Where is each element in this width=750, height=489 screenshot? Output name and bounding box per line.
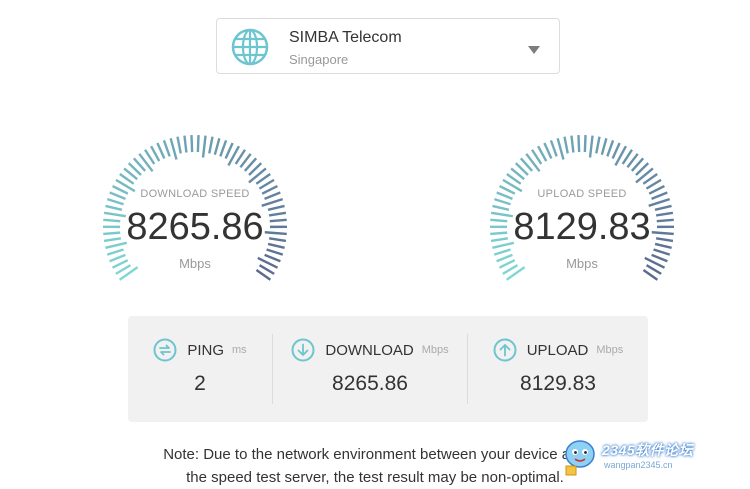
upload-speed-label: UPLOAD SPEED [477, 188, 687, 200]
gauge-tick [494, 249, 510, 254]
gauge-tick [226, 143, 233, 159]
gauge-tick [191, 135, 192, 152]
ping-icon [153, 338, 177, 362]
upload-stat: UPLOAD Mbps 8129.83 [468, 316, 648, 422]
gauge-tick [157, 143, 164, 159]
gauge-tick [596, 137, 599, 154]
mascot-logo-icon [560, 436, 602, 478]
download-stat: DOWNLOAD Mbps 8265.86 [273, 316, 467, 422]
gauge-tick [171, 138, 177, 159]
download-speed-label: DOWNLOAD SPEED [90, 188, 300, 200]
gauge-tick [613, 143, 620, 159]
upload-speed-unit: Mbps [477, 256, 687, 271]
gauge-tick [602, 138, 607, 154]
server-name: SIMBA Telecom [289, 29, 402, 47]
gauge-tick [262, 199, 283, 206]
gauge-tick [585, 135, 586, 152]
gauge-tick [571, 136, 573, 153]
gauge-tick [578, 135, 579, 152]
gauge-tick [558, 138, 564, 159]
gauge-tick [184, 136, 186, 153]
watermark-text: 2345软件论坛 [602, 440, 693, 460]
download-title: DOWNLOAD [325, 342, 413, 359]
watermark-url: wangpan2345.cn [604, 460, 673, 470]
globe-icon [231, 28, 269, 66]
gauge-tick [215, 138, 220, 154]
gauge-tick [209, 137, 212, 154]
gauge-tick [607, 140, 613, 156]
gauge-tick [107, 249, 123, 254]
watermark: 2345软件论坛 wangpan2345.cn [560, 436, 746, 478]
gauge-tick [544, 143, 551, 159]
upload-speed-gauge: UPLOAD SPEED 8129.83 Mbps [477, 132, 687, 292]
gauge-tick [198, 135, 199, 152]
ping-value: 2 [128, 372, 272, 396]
ping-stat: PING ms 2 [128, 316, 272, 422]
upload-value: 8129.83 [468, 372, 648, 396]
gauge-tick [164, 140, 170, 156]
gauge-tick [249, 168, 266, 182]
gauge-tick [220, 140, 226, 156]
ping-title: PING [187, 342, 224, 359]
gauge-tick [178, 137, 181, 154]
ping-unit: ms [232, 344, 247, 356]
download-unit: Mbps [422, 344, 449, 356]
gauge-tick [203, 136, 206, 158]
download-speed-gauge: DOWNLOAD SPEED 8265.86 Mbps [90, 132, 300, 292]
server-selector[interactable]: SIMBA Telecom Singapore [216, 18, 560, 74]
results-panel: PING ms 2 DOWNLOAD Mbps 8265.86 UPLOAD M… [128, 316, 648, 422]
chevron-down-icon [528, 46, 540, 54]
download-speed-value: 8265.86 [90, 206, 300, 249]
upload-title: UPLOAD [527, 342, 589, 359]
gauge-tick [565, 137, 568, 154]
upload-arrow-icon [493, 338, 517, 362]
gauge-tick [267, 249, 283, 254]
download-speed-unit: Mbps [90, 256, 300, 271]
gauge-tick [649, 199, 670, 206]
gauge-tick [590, 136, 593, 158]
gauge-tick [551, 140, 557, 156]
upload-speed-value: 8129.83 [477, 206, 687, 249]
download-arrow-icon [291, 338, 315, 362]
download-value: 8265.86 [273, 372, 467, 396]
server-location: Singapore [289, 52, 348, 67]
gauge-tick [636, 168, 653, 182]
gauge-tick [654, 249, 670, 254]
upload-unit: Mbps [596, 344, 623, 356]
